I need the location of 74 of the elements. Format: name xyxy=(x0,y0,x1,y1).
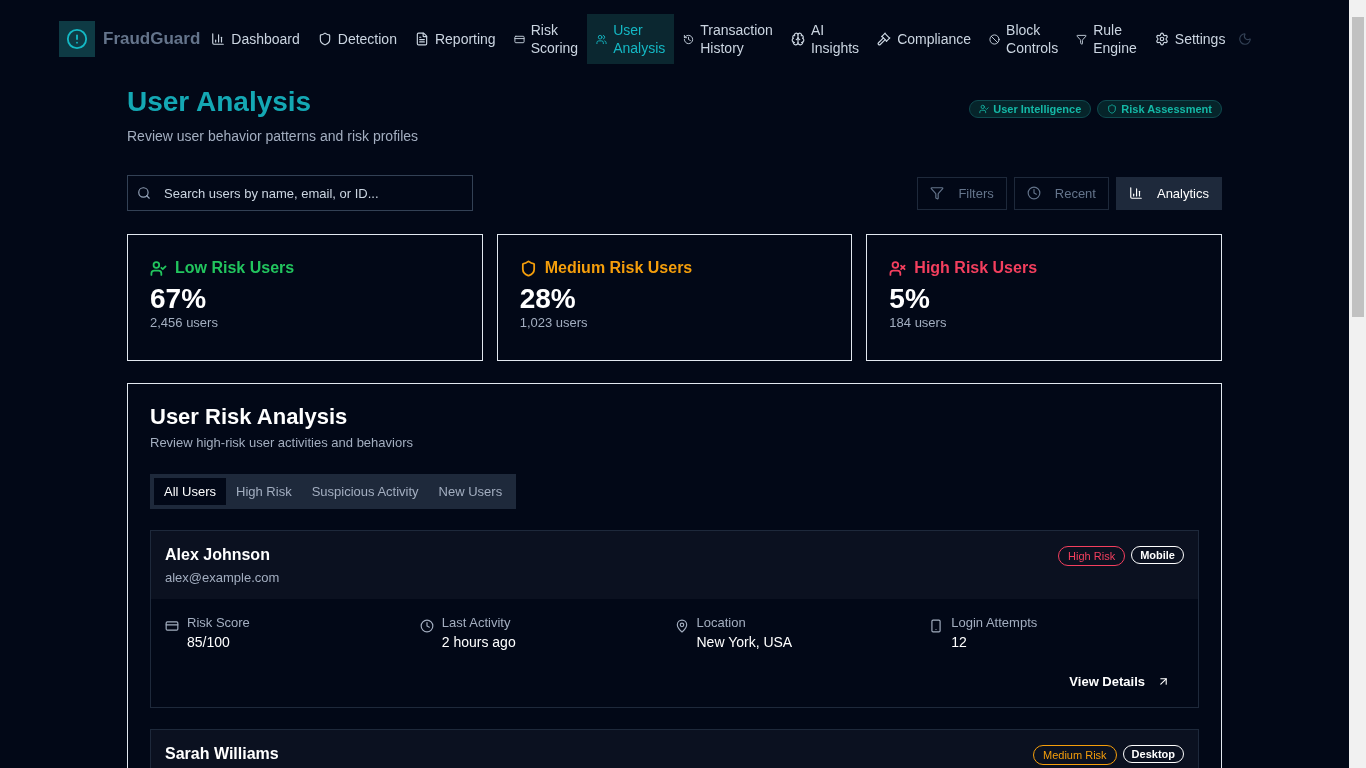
users-icon xyxy=(596,33,608,45)
card-icon xyxy=(513,33,525,45)
nav-item[interactable]: Compliance xyxy=(868,14,981,64)
nav-item[interactable]: Settings xyxy=(1145,14,1235,64)
nav-item[interactable]: Dashboard xyxy=(202,14,309,64)
tab[interactable]: High Risk xyxy=(226,478,302,505)
panel-title: User Risk Analysis xyxy=(150,404,349,430)
stat-title: High Risk Users xyxy=(914,259,1038,277)
stat-value: 67% xyxy=(150,283,208,315)
user-email: alex@example.com xyxy=(165,570,280,585)
stat-count: 184 users xyxy=(889,315,948,330)
tab[interactable]: All Users xyxy=(154,478,226,505)
nav-item[interactable]: AI Insights xyxy=(781,14,869,64)
clock-icon xyxy=(419,619,434,633)
card-icon xyxy=(165,619,179,633)
stat-value: 28% xyxy=(519,283,577,315)
document-icon xyxy=(414,32,429,46)
arrow-icon xyxy=(1157,675,1170,688)
shield-icon xyxy=(317,32,332,46)
nav-item[interactable]: Rule Engine xyxy=(1067,14,1146,64)
nav-item[interactable]: Risk Scoring xyxy=(504,14,588,64)
detail-value: New York, USA xyxy=(696,634,793,650)
tag-badge: User Intelligence xyxy=(969,100,1092,118)
scrollbar-thumb[interactable] xyxy=(1351,17,1364,317)
phone-icon xyxy=(929,619,944,633)
user-name: Sarah Williams xyxy=(165,745,279,763)
user-name: Alex Johnson xyxy=(165,546,271,564)
view-details-link[interactable]: View Details xyxy=(1069,674,1170,689)
toolbar-button[interactable]: Analytics xyxy=(1115,176,1222,210)
stat-title: Low Risk Users xyxy=(175,259,295,277)
theme-toggle-icon[interactable] xyxy=(1238,32,1253,46)
search-icon xyxy=(137,186,151,200)
nav-item[interactable]: Reporting xyxy=(405,14,505,64)
filter-icon xyxy=(1076,33,1088,45)
toolbar-button[interactable]: Recent xyxy=(1013,176,1109,210)
detail-value: 85/100 xyxy=(187,634,231,650)
history-icon xyxy=(683,33,695,45)
stat-count: 1,023 users xyxy=(519,315,589,330)
settings-icon xyxy=(1154,32,1169,46)
pin-icon xyxy=(674,619,689,633)
chart-icon xyxy=(211,32,226,46)
detail-label: Last Activity xyxy=(441,615,512,630)
chart-icon xyxy=(1128,186,1143,200)
page-subtitle: Review user behavior patterns and risk profiles xyxy=(127,128,419,144)
nav-item[interactable]: Transaction History xyxy=(674,14,782,64)
detail-value: 2 hours ago xyxy=(441,634,516,650)
gavel-icon xyxy=(877,32,892,46)
tab[interactable]: New Users xyxy=(428,478,513,505)
brain-icon xyxy=(790,32,805,46)
stat-count: 2,456 users xyxy=(150,315,219,330)
tab[interactable]: Suspicious Activity xyxy=(301,478,429,505)
nav-item[interactable]: Block Controls xyxy=(980,14,1068,64)
filter-icon xyxy=(930,186,945,200)
nav-item[interactable]: User Analysis xyxy=(587,14,675,64)
brand-name: FraudGuard xyxy=(103,29,201,49)
detail-label: Location xyxy=(696,615,747,630)
ban-icon xyxy=(989,33,1001,45)
tag-badge: Risk Assessment xyxy=(1097,100,1222,118)
detail-value: 12 xyxy=(951,634,968,650)
panel-subtitle: Review high-risk user activities and behaviors xyxy=(150,435,414,450)
stat-value: 5% xyxy=(889,283,931,315)
page-title: User Analysis xyxy=(127,86,313,118)
clock-icon xyxy=(1026,186,1041,200)
user-check-icon xyxy=(979,104,990,114)
shield-icon xyxy=(1107,104,1118,114)
risk-badge: High Risk xyxy=(1058,546,1126,566)
detail-label: Login Attempts xyxy=(951,615,1038,630)
stat-title: Medium Risk Users xyxy=(544,259,693,277)
search-field[interactable]: Search users by name, email, or ID... xyxy=(127,175,473,211)
risk-badge: Medium Risk xyxy=(1033,745,1117,765)
logo-icon xyxy=(59,21,95,57)
toolbar-button[interactable]: Filters xyxy=(917,176,1007,210)
detail-label: Risk Score xyxy=(187,615,250,630)
nav-item[interactable]: Detection xyxy=(308,14,406,64)
